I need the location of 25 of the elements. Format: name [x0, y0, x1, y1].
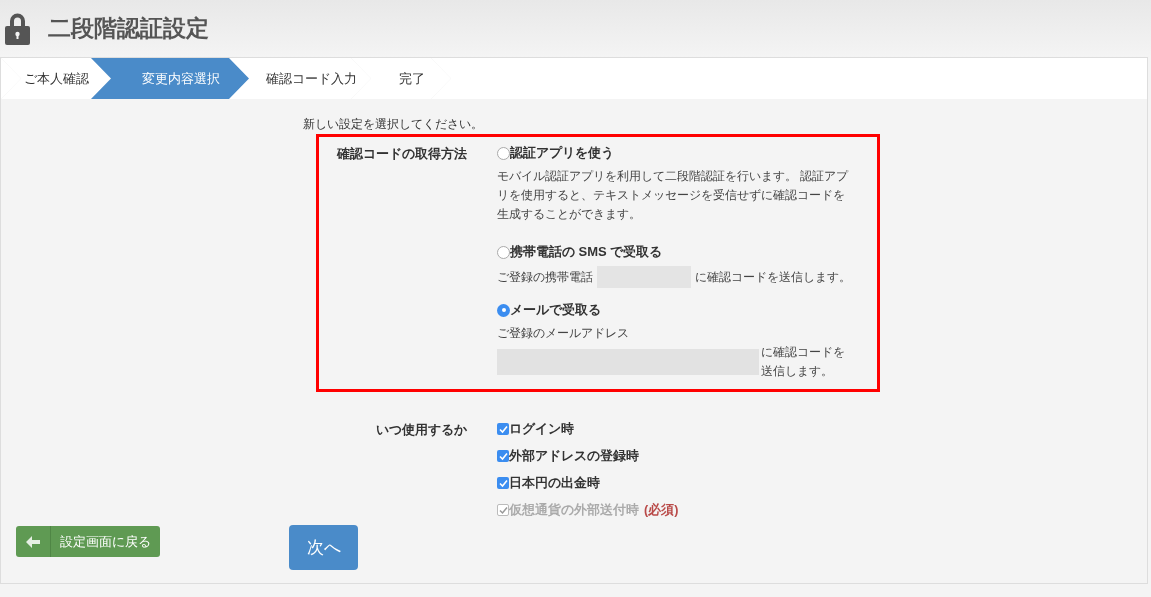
description-text: に確認コードを送信します。 [761, 345, 846, 379]
checkbox-option[interactable]: ログイン時 [497, 419, 574, 439]
lock-icon [5, 12, 30, 45]
description-text: ご登録のメールアドレス [497, 326, 629, 341]
radio-option[interactable]: 認証アプリを使う [497, 143, 614, 163]
radio-button[interactable] [497, 146, 510, 160]
next-button[interactable]: 次へ [289, 525, 358, 570]
radio-button[interactable] [497, 303, 510, 317]
checkbox-option[interactable]: 日本円の出金時 [497, 473, 600, 493]
checkbox[interactable] [497, 423, 509, 435]
field-label: 確認コードの取得方法 [337, 145, 468, 163]
arrow-left-icon [26, 535, 40, 548]
description-text: モバイル認証アプリを利用して二段階認証を行います。 認証アプリを使用すると、テキストメッセージを受信せずに確認コードを生成することができます。 [497, 169, 850, 222]
checkbox[interactable] [497, 477, 509, 489]
radio-button[interactable] [497, 245, 510, 259]
checkbox[interactable] [497, 450, 509, 462]
description-text: ご登録の携帯電話 [497, 269, 593, 285]
radio-option[interactable]: メールで受取る [497, 300, 601, 320]
instruction-text: 新しい設定を選択してください。 [303, 116, 483, 133]
description-text: に確認コードを送信します。 [695, 269, 852, 285]
field-label: いつ使用するか [376, 422, 468, 439]
checkbox-option[interactable]: 外部アドレスの登録時 [497, 446, 639, 466]
required-note: (必須) [644, 501, 679, 519]
radio-option[interactable]: 携帯電話の SMS で受取る [497, 242, 663, 262]
page-title: 二段階認証設定 [48, 14, 209, 44]
